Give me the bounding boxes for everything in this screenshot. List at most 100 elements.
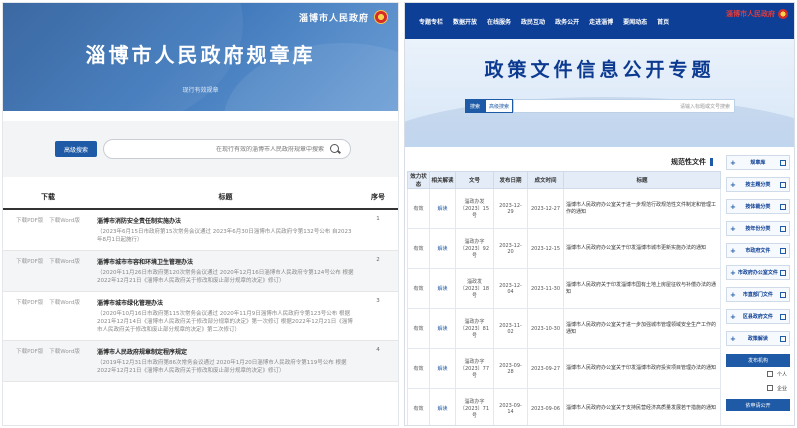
interpretation-link[interactable]: 解读: [429, 308, 456, 349]
download-word-link[interactable]: 下载Word版: [49, 218, 80, 224]
download-links: 下载PDF版 下载Word版: [3, 291, 93, 341]
side-item-office-docs[interactable]: + 市政府办公室文件: [726, 265, 790, 280]
nav-item-about[interactable]: 走进淄博: [589, 17, 613, 26]
site-name: 淄博市人民政府: [298, 13, 369, 24]
table-header-row: 效力状态 相关解读 文号 发布日期 成文时间 标题: [407, 171, 721, 189]
download-word-link[interactable]: 下载Word版: [49, 349, 80, 355]
regulation-title[interactable]: 淄博市人民政府规章制定程序规定: [97, 347, 354, 356]
pub-date-cell: 2023-12-29: [493, 188, 528, 229]
interpretation-link[interactable]: 解读: [429, 348, 456, 389]
table-row[interactable]: 有效 解读 淄政办字〔2023〕71号 2023-09-14 2023-09-0…: [407, 388, 721, 425]
side-item-county-docs[interactable]: + 区县政府文件: [726, 309, 790, 324]
download-pdf-link[interactable]: 下载PDF版: [16, 259, 43, 265]
issue-date-cell: 2023-12-15: [527, 228, 564, 269]
row-content: 淄博市城市绿化管理办法 （2020年10月16日市政府第115次常务会议通过 20…: [93, 291, 358, 341]
expand-icon[interactable]: +: [730, 313, 736, 321]
side-item-label: 市政府办公室文件: [737, 270, 778, 276]
side-item-interpretation[interactable]: + 政策解读: [726, 331, 790, 346]
download-links: 下载PDF版 下载Word版: [3, 209, 93, 251]
interpretation-link[interactable]: 解读: [429, 268, 456, 309]
row-content: 淄博市城市市容和环境卫生管理办法 （2020年11月26日市政府第120次常务会议…: [93, 250, 358, 292]
checkbox[interactable]: [766, 371, 773, 377]
right-window: 专题专栏 数据开放 在线服务 政民互动 政务公开 走进淄博 要闻动态 首页 淄博…: [404, 2, 795, 426]
status-cell: 有效: [407, 348, 430, 389]
apply-disclosure-button[interactable]: 依申请公开: [726, 399, 790, 411]
nav-item-gov-open[interactable]: 政务公开: [555, 17, 579, 26]
expand-icon[interactable]: +: [730, 181, 736, 189]
expand-icon[interactable]: +: [730, 291, 736, 299]
row-content: 淄博市人民政府规章制定程序规定 （2019年12月31日市政府第86次常务会议通过…: [93, 340, 358, 382]
status-cell: 有效: [407, 228, 430, 269]
regulation-title[interactable]: 淄博市城市绿化管理办法: [97, 298, 354, 307]
advanced-search-button[interactable]: 高级搜索: [55, 141, 97, 157]
table-header-row: 下载 标题 序号: [3, 185, 398, 210]
folder-icon: [779, 225, 786, 232]
gov-logo[interactable]: 淄博市人民政府: [726, 9, 788, 19]
advanced-search-button[interactable]: 高级搜索: [485, 99, 513, 113]
table-row[interactable]: 有效 解读 淄政办字〔2023〕92号 2023-12-20 2023-12-1…: [407, 228, 721, 269]
search-button[interactable]: 搜索: [465, 99, 485, 113]
folder-icon: [779, 291, 786, 298]
table-row[interactable]: 下载PDF版 下载Word版 淄博市城市市容和环境卫生管理办法 （2020年11月2…: [3, 250, 398, 292]
nav-item-news[interactable]: 要闻动态: [623, 17, 647, 26]
side-item-by-year[interactable]: + 按年份分类: [726, 221, 790, 236]
side-item-regulations[interactable]: + 规章库: [726, 155, 790, 170]
expand-icon[interactable]: +: [730, 335, 736, 343]
search-input[interactable]: 请输入标题或文号搜索: [513, 99, 735, 113]
interpretation-link[interactable]: 解读: [429, 188, 456, 229]
search-box[interactable]: [103, 139, 351, 159]
document-title-link[interactable]: 淄博市人民政府办公室关于印发淄博市政府投资项目管理办法的通知: [563, 348, 721, 389]
regulation-desc: （2023年6月15日市政府第15次常务会议通过 2023年6月30日淄博市人民…: [97, 229, 352, 243]
expand-icon[interactable]: +: [730, 225, 736, 233]
document-title-link[interactable]: 淄博市人民政府关于印发淄博市国有土地上房屋征收与补偿办法的通知: [563, 268, 721, 309]
table-row[interactable]: 下载PDF版 下载Word版 淄博市消防安全责任制实施办法 （2023年6月15日市…: [3, 209, 398, 251]
regulation-title[interactable]: 淄博市城市市容和环境卫生管理办法: [97, 257, 354, 266]
side-item-by-genre[interactable]: + 按体裁分类: [726, 199, 790, 214]
status-cell: 有效: [407, 308, 430, 349]
table-row[interactable]: 有效 解读 淄政办字〔2023〕81号 2023-11-02 2023-10-3…: [407, 308, 721, 349]
download-word-link[interactable]: 下载Word版: [49, 259, 80, 265]
nav-item-data[interactable]: 数据开放: [453, 17, 477, 26]
expand-icon[interactable]: +: [730, 159, 736, 167]
download-pdf-link[interactable]: 下载PDF版: [16, 349, 43, 355]
nav-item-home[interactable]: 首页: [657, 17, 669, 26]
side-menu: + 规章库 + 按主题分类 + 按体裁分类 + 按年份分类 + 市政府文件 + 市政府办公室…: [726, 155, 790, 411]
expand-icon[interactable]: +: [730, 269, 736, 277]
interpretation-link[interactable]: 解读: [429, 388, 456, 425]
document-title-link[interactable]: 淄博市人民政府办公室关于印发淄博市城市更新实施办法的通知: [563, 228, 721, 269]
table-row[interactable]: 下载PDF版 下载Word版 淄博市人民政府规章制定程序规定 （2019年12月31…: [3, 340, 398, 382]
filter-option-company[interactable]: 企业: [726, 381, 790, 395]
download-word-link[interactable]: 下载Word版: [49, 300, 80, 306]
expand-icon[interactable]: +: [730, 247, 736, 255]
folder-icon: [779, 159, 786, 166]
checkbox[interactable]: [766, 385, 773, 391]
search-area: 高级搜索: [3, 121, 398, 177]
interpretation-link[interactable]: 解读: [429, 228, 456, 269]
expand-icon[interactable]: +: [730, 203, 736, 211]
search-input[interactable]: [114, 145, 324, 153]
documents-section: 规范性文件 效力状态 相关解读 文号 发布日期 成文时间 标题 有效 解读 淄政…: [407, 153, 721, 425]
search-icon[interactable]: [330, 144, 340, 154]
doc-number-cell: 淄政办字〔2023〕71号: [455, 388, 494, 425]
nav-item-service[interactable]: 在线服务: [487, 17, 511, 26]
table-row[interactable]: 有效 解读 淄政办字〔2023〕77号 2023-09-28 2023-09-2…: [407, 348, 721, 389]
table-row[interactable]: 有效 解读 淄政发〔2023〕18号 2023-12-04 2023-11-30…: [407, 268, 721, 309]
nav-item-interaction[interactable]: 政民互动: [521, 17, 545, 26]
site-logo[interactable]: 淄博市人民政府: [299, 10, 388, 24]
document-title-link[interactable]: 淄博市人民政府办公室关于支持民营经济高质量发展若干措施的通知: [563, 388, 721, 425]
regulation-title[interactable]: 淄博市消防安全责任制实施办法: [97, 216, 354, 225]
table-row[interactable]: 下载PDF版 下载Word版 淄博市城市绿化管理办法 （2020年10月16日市政府…: [3, 291, 398, 341]
document-title-link[interactable]: 淄博市人民政府办公室关于进一步规范行政规范性文件制定和管理工作的通知: [563, 188, 721, 229]
side-item-by-topic[interactable]: + 按主题分类: [726, 177, 790, 192]
row-number: 2: [358, 250, 398, 292]
download-pdf-link[interactable]: 下载PDF版: [16, 218, 43, 224]
side-item-gov-docs[interactable]: + 市政府文件: [726, 243, 790, 258]
download-pdf-link[interactable]: 下载PDF版: [16, 300, 43, 306]
column-header-docno: 文号: [455, 171, 494, 189]
filter-option-person[interactable]: 个人: [726, 367, 790, 381]
document-title-link[interactable]: 淄博市人民政府办公室关于进一步加强城市管理领域安全生产工作的通知: [563, 308, 721, 349]
page-subtitle: 现行有效规章: [182, 87, 219, 94]
side-item-dept-docs[interactable]: + 市直部门文件: [726, 287, 790, 302]
table-row[interactable]: 有效 解读 淄政办发〔2023〕15号 2023-12-29 2023-12-2…: [407, 188, 721, 229]
nav-item-special[interactable]: 专题专栏: [419, 17, 443, 26]
